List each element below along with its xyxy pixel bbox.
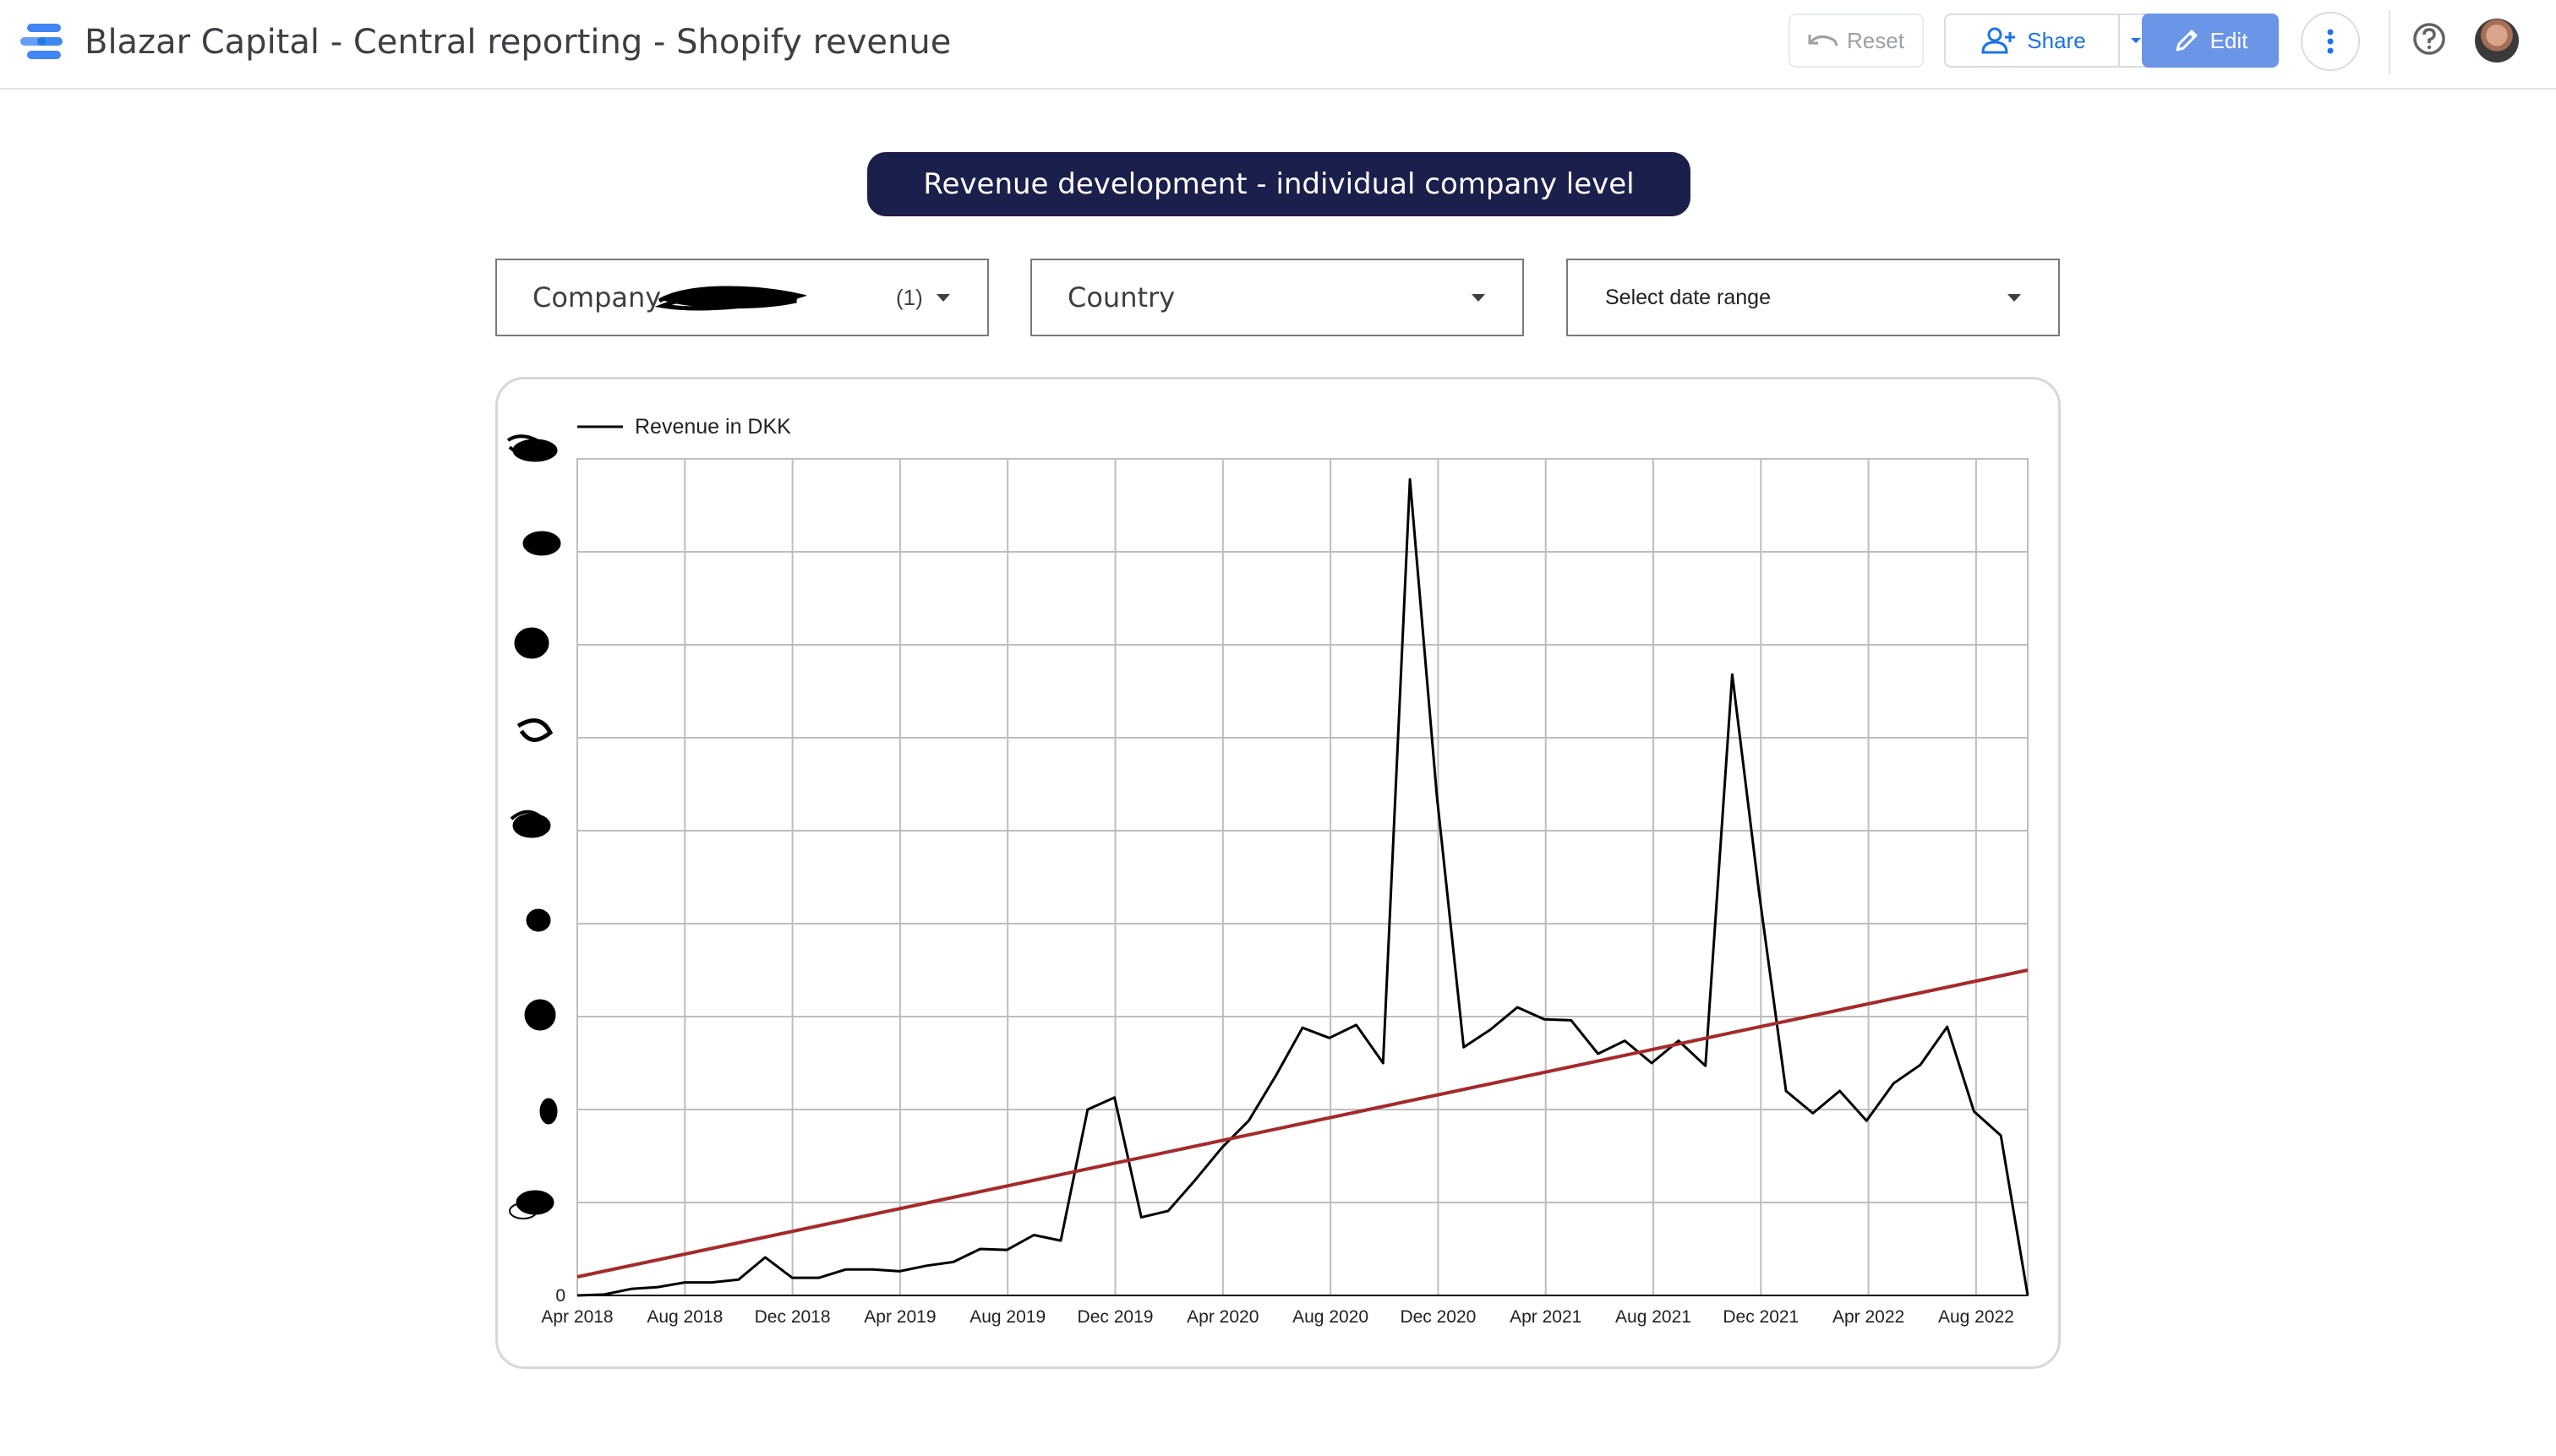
looker-studio-logo-icon[interactable] — [19, 22, 66, 63]
share-label: Share — [2027, 27, 2086, 53]
date-range-label: Select date range — [1605, 285, 1771, 309]
report-title[interactable]: Blazar Capital - Central reporting - Sho… — [85, 20, 951, 64]
y-axis-ticks: 0 — [506, 434, 565, 1306]
redacted-y-labels — [506, 434, 561, 1219]
report-header-text: Revenue development - individual company… — [923, 167, 1635, 201]
plot-frame — [576, 458, 2029, 1296]
x-tick-label: Apr 2018 — [541, 1307, 613, 1327]
edit-label: Edit — [2209, 27, 2248, 53]
x-axis-ticks: Apr 2018 Aug 2018 Dec 2018 Apr 2019 Aug 2019… — [541, 1307, 2013, 1327]
x-tick-label: Dec 2020 — [1400, 1307, 1476, 1327]
legend-label: Revenue in DKK — [635, 415, 791, 439]
country-caret-down-icon — [1472, 293, 1485, 302]
x-tick-label: Aug 2018 — [647, 1307, 723, 1327]
company-filter-dropdown[interactable]: Company (1) — [495, 259, 989, 336]
x-tick-label: Aug 2021 — [1615, 1307, 1691, 1327]
more-vert-icon — [2327, 29, 2334, 54]
x-tick-label: Dec 2018 — [755, 1307, 831, 1327]
reset-label: Reset — [1847, 27, 1904, 53]
x-tick-label: Apr 2020 — [1187, 1307, 1259, 1327]
company-filter-label: Company — [532, 281, 662, 314]
chart-grid — [576, 458, 2029, 1296]
pencil-icon — [2176, 30, 2198, 52]
x-tick-label: Aug 2019 — [969, 1307, 1046, 1327]
revenue-series-line[interactable] — [576, 477, 2029, 1297]
undo-icon — [1808, 35, 1838, 46]
edit-button[interactable]: Edit — [2142, 14, 2279, 68]
x-tick-label: Apr 2021 — [1510, 1307, 1581, 1327]
date-caret-down-icon — [2007, 293, 2021, 302]
company-filter-count: (1) — [896, 284, 923, 310]
date-range-picker[interactable]: Select date range — [1566, 259, 2060, 336]
revenue-line-chart[interactable]: Revenue in DKK 0 Apr 2018 Aug 2018 Dec 201… — [498, 379, 2063, 1371]
help-icon[interactable] — [2411, 20, 2448, 57]
toolbar-divider — [2389, 10, 2390, 74]
more-options-button[interactable] — [2301, 12, 2360, 71]
report-header: Revenue development - individual company… — [867, 152, 1690, 216]
company-caret-down-icon — [937, 293, 950, 302]
x-tick-label: Aug 2022 — [1938, 1307, 2014, 1327]
country-filter-label: Country — [1068, 281, 1176, 314]
chart-series — [576, 477, 2029, 1297]
avatar[interactable] — [2475, 19, 2519, 63]
y-tick-label: 0 — [555, 1286, 565, 1306]
x-tick-label: Aug 2020 — [1292, 1307, 1368, 1327]
x-tick-label: Dec 2021 — [1723, 1307, 1799, 1327]
redaction-scribble — [654, 286, 806, 311]
add-person-icon — [1981, 27, 2016, 54]
reset-button[interactable]: Reset — [1789, 14, 1924, 68]
share-button[interactable]: Share — [1944, 14, 2118, 68]
x-tick-label: Dec 2019 — [1078, 1307, 1154, 1327]
caret-down-icon — [2131, 38, 2141, 43]
country-filter-dropdown[interactable]: Country — [1030, 259, 1524, 336]
revenue-chart-card[interactable]: Revenue in DKK 0 Apr 2018 Aug 2018 Dec 201… — [495, 377, 2061, 1369]
chart-legend: Revenue in DKK — [577, 415, 791, 439]
x-tick-label: Apr 2022 — [1832, 1307, 1904, 1327]
app-bar: Blazar Capital - Central reporting - Sho… — [0, 0, 2556, 90]
x-tick-label: Apr 2019 — [864, 1307, 936, 1327]
